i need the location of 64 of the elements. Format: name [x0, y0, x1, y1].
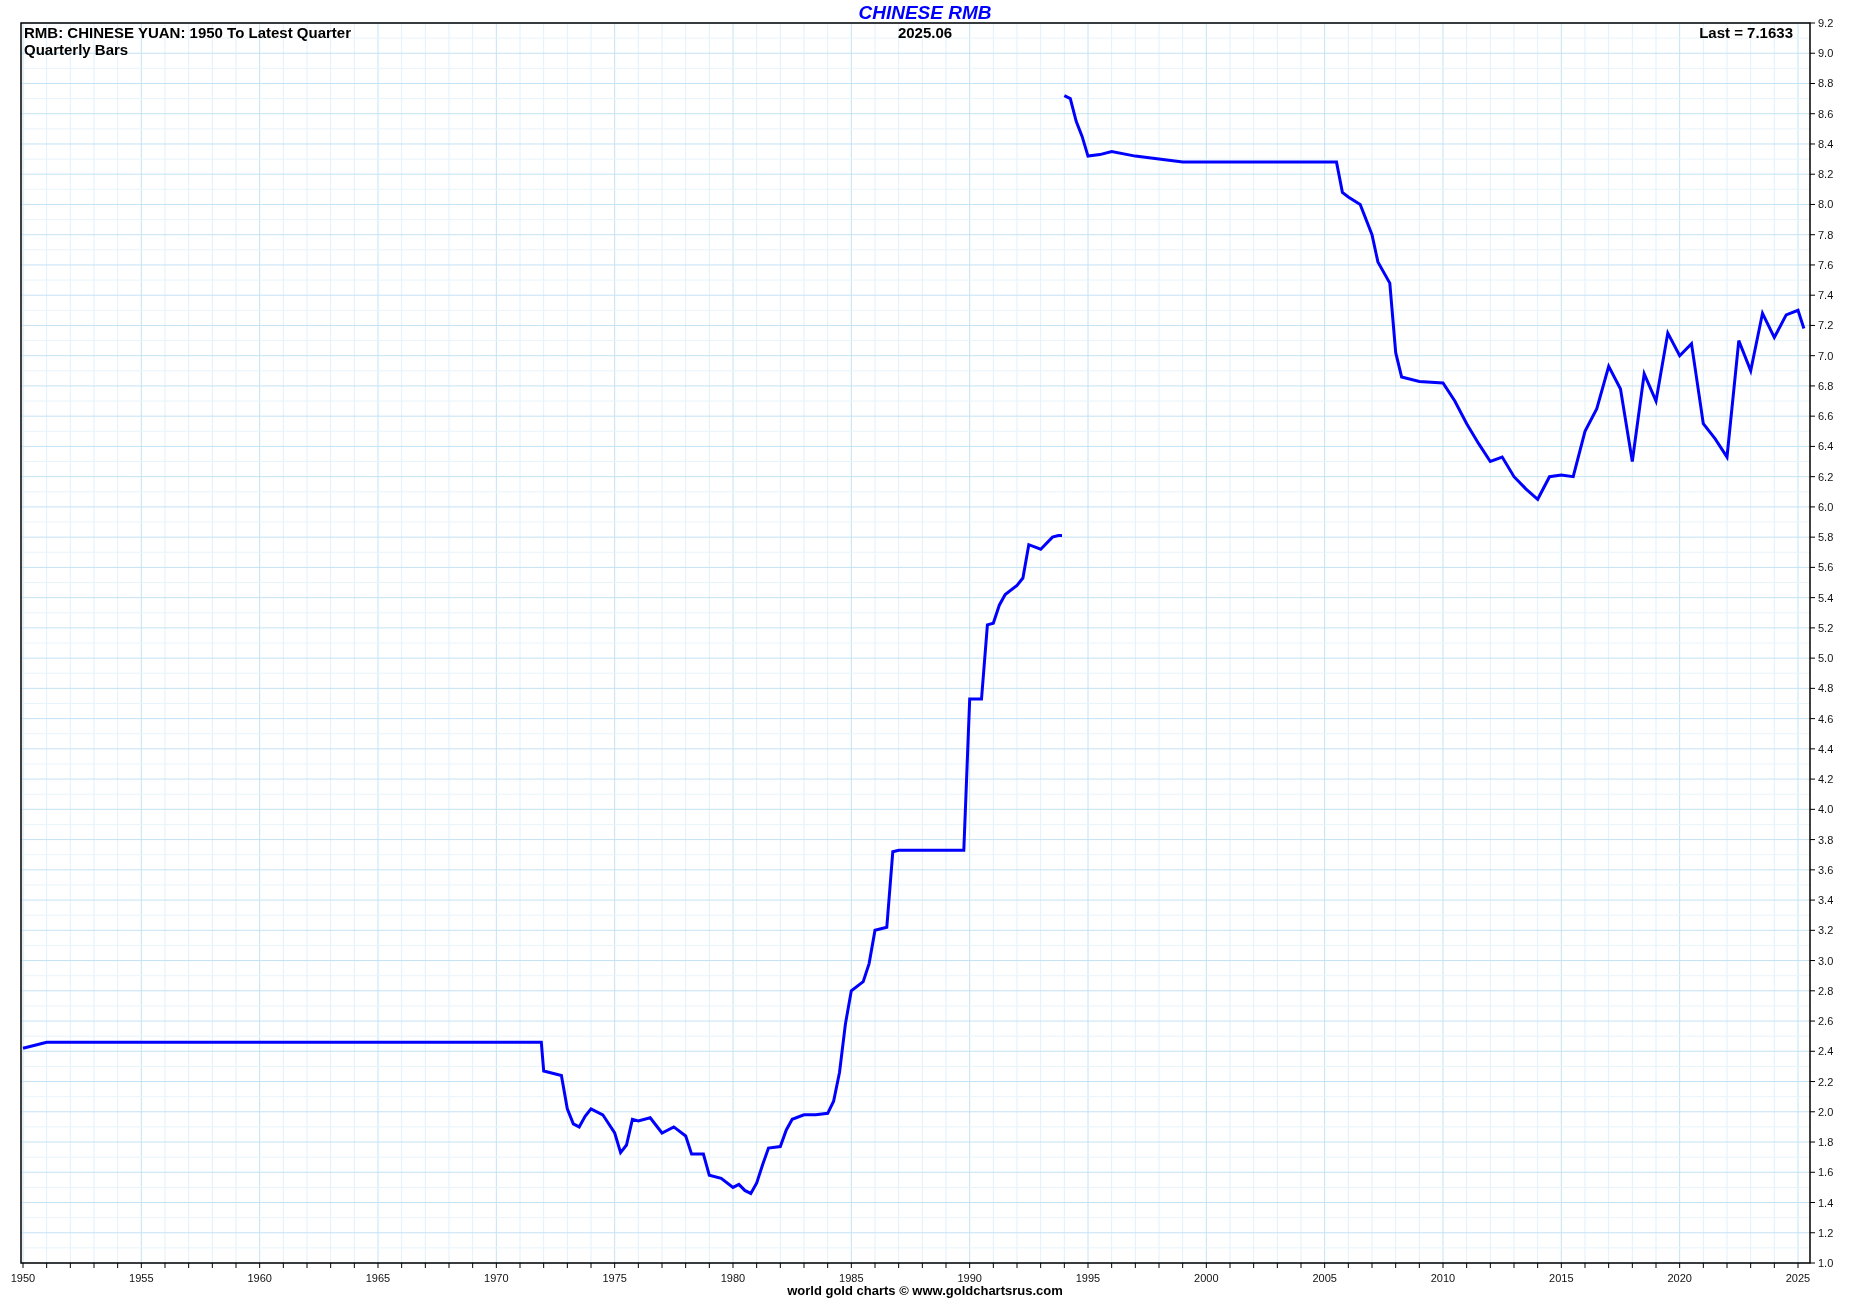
y-tick-label: 7.2	[1818, 319, 1834, 332]
y-tick-label: 9.2	[1818, 17, 1834, 29]
chart-subtitle: Quarterly Bars	[24, 41, 129, 58]
y-tick-label: 7.4	[1818, 289, 1834, 302]
y-tick-label: 3.6	[1818, 863, 1834, 876]
x-tick-label: 1980	[720, 1272, 746, 1284]
y-tick-label: 3.2	[1818, 924, 1834, 937]
y-tick-label: 6.6	[1818, 410, 1834, 423]
chart-title: CHINESE RMB	[858, 2, 992, 23]
y-tick-label: 5.2	[1818, 621, 1834, 634]
y-tick-label: 1.2	[1818, 1226, 1834, 1239]
y-tick-label: 6.4	[1818, 440, 1834, 453]
y-tick-label: 7.0	[1818, 349, 1834, 362]
y-tick-label: 1.0	[1818, 1257, 1834, 1269]
y-tick-label: 1.4	[1818, 1196, 1834, 1209]
y-tick-label: 2.8	[1818, 984, 1834, 997]
last-value-label: Last = 7.1633	[1699, 24, 1793, 41]
x-tick-label: 2000	[1194, 1272, 1219, 1284]
x-tick-label: 1970	[484, 1272, 509, 1284]
y-tick-label: 6.0	[1818, 500, 1834, 513]
y-tick-label: 5.6	[1818, 561, 1834, 574]
y-tick-label: 7.6	[1818, 258, 1834, 271]
x-tick-label: 1995	[1075, 1272, 1101, 1284]
date-label: 2025.06	[897, 24, 953, 41]
y-tick-label: 4.8	[1818, 682, 1834, 695]
x-tick-label: 2015	[1549, 1272, 1574, 1284]
y-tick-label: 8.4	[1818, 138, 1834, 150]
x-tick-label: 2005	[1312, 1272, 1337, 1284]
y-tick-label: 5.0	[1818, 652, 1834, 665]
y-tick-label: 2.2	[1818, 1075, 1834, 1088]
x-tick-label: 1975	[602, 1272, 627, 1284]
x-tick-label: 2025	[1785, 1272, 1811, 1284]
y-tick-label: 4.0	[1818, 803, 1834, 816]
y-tick-label: 7.8	[1818, 228, 1834, 241]
y-tick-label: 8.6	[1818, 107, 1834, 120]
chart-credit: world gold charts © www.goldchartsrus.com	[787, 1283, 1063, 1298]
y-tick-label: 5.4	[1818, 591, 1834, 604]
x-tick-label: 1985	[839, 1272, 864, 1284]
x-tick-label: 1950	[10, 1272, 36, 1284]
y-tick-label: 1.6	[1818, 1166, 1834, 1179]
y-tick-label: 8.0	[1818, 198, 1834, 211]
x-tick-label: 2010	[1430, 1272, 1456, 1284]
y-tick-label: 5.8	[1818, 531, 1834, 544]
y-tick-label: 9.0	[1818, 47, 1834, 60]
x-tick-label: 1990	[957, 1272, 982, 1284]
x-tick-label: 2020	[1667, 1272, 1692, 1284]
y-tick-label: 4.6	[1818, 712, 1834, 725]
y-tick-label: 6.8	[1818, 379, 1834, 392]
x-tick-label: 1965	[365, 1272, 391, 1284]
y-tick-label: 1.8	[1818, 1136, 1834, 1148]
chart-subtitle: RMB: CHINESE YUAN: 1950 To Latest Quarter	[24, 24, 351, 41]
y-tick-label: 6.2	[1818, 470, 1834, 483]
y-tick-label: 3.8	[1818, 833, 1834, 846]
y-tick-label: 3.4	[1818, 894, 1834, 907]
y-tick-label: 2.4	[1818, 1045, 1834, 1058]
x-tick-label: 1955	[129, 1272, 154, 1284]
y-tick-label: 3.0	[1818, 954, 1834, 967]
y-tick-label: 8.8	[1818, 77, 1834, 90]
y-tick-label: 2.0	[1818, 1105, 1834, 1118]
x-tick-label: 1960	[247, 1272, 272, 1284]
y-tick-label: 4.2	[1818, 773, 1834, 786]
y-tick-label: 8.2	[1818, 168, 1834, 181]
y-tick-label: 4.4	[1818, 742, 1834, 755]
y-tick-label: 2.6	[1818, 1015, 1834, 1028]
